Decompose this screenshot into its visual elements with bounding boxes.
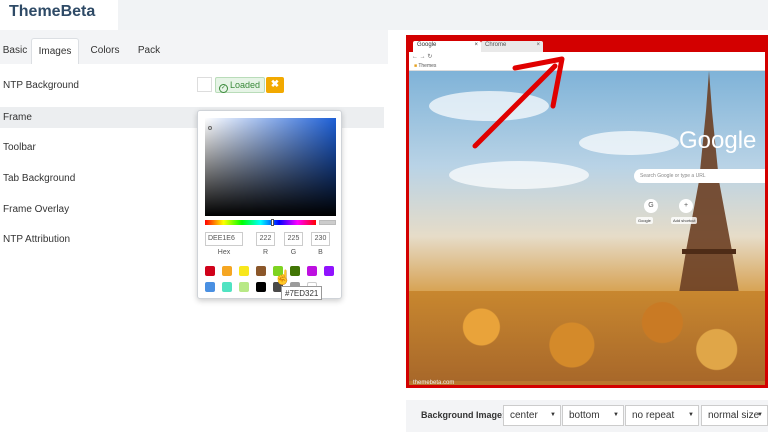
caret-down-icon: ▼ [550,412,556,418]
preview-toolbar: ← → ↻ [409,52,765,62]
color-swatch[interactable] [324,266,334,276]
repeat-select[interactable]: no repeat ▼ [625,405,699,426]
ntp-image-thumbnail[interactable] [197,77,212,92]
watermark: themebeta.com [413,380,455,386]
color-swatch[interactable] [205,282,215,292]
hue-slider[interactable] [205,219,316,226]
green-input[interactable]: 225 [284,232,303,246]
preview-tab-chrome: Chrome × [481,41,543,52]
clear-image-button[interactable]: ✖ [266,77,284,93]
size-select[interactable]: normal size ▼ [701,405,768,426]
color-swatch[interactable] [239,282,249,292]
color-swatch[interactable] [290,266,300,276]
close-icon: × [536,42,540,48]
preview-tab-google-label: Google [417,42,437,48]
tab-bar: Basic Images Colors Pack [0,38,388,65]
caret-down-icon: ▼ [757,412,763,418]
position-x-value: center [510,410,538,421]
check-circle-icon: ✓ [219,84,228,93]
color-swatch[interactable] [256,282,266,292]
ntp-background-image: Google Search Google or type a URL G + G… [409,71,765,385]
google-logo: Google [679,127,757,154]
forward-icon: → [419,54,426,60]
blue-label: B [318,249,323,256]
hex-input[interactable]: DEE1E6 [205,232,243,246]
shortcut-google-label: Google [636,217,653,224]
hue-thumb[interactable] [271,219,274,226]
loaded-status-badge: ✓ Loaded [215,77,265,93]
loaded-label: Loaded [230,80,261,90]
green-label: G [290,249,297,256]
size-value: normal size [708,410,760,421]
close-icon: × [474,42,478,48]
color-swatch[interactable] [239,266,249,276]
repeat-value: no repeat [632,410,675,421]
back-icon: ← [412,54,418,60]
brand-logo[interactable]: ThemeBeta [0,0,118,30]
position-x-select[interactable]: center ▼ [503,405,561,426]
preview-tab-chrome-label: Chrome [485,42,507,48]
reload-icon: ↻ [427,54,433,60]
tab-images[interactable]: Images [31,38,79,65]
theme-preview: Google × Chrome × ← → ↻ ■ Themes Google Se… [406,35,768,388]
color-swatch[interactable] [256,266,266,276]
saturation-value-area[interactable] [205,118,336,216]
color-swatch[interactable] [222,266,232,276]
shortcut-add-label: Add shortcut [671,217,698,224]
background-image-options: Background Image: center ▼ bottom ▼ no rep… [406,400,768,432]
hex-label: Hex [217,249,231,256]
color-swatch[interactable] [222,282,232,292]
caret-down-icon: ▼ [613,412,619,418]
preview-search-box: Search Google or type a URL [634,169,765,183]
red-label: R [262,249,269,256]
bookmark-themes: Themes [418,63,437,69]
autumn-trees [409,291,765,381]
preview-bookmarks-bar: ■ Themes [409,62,765,71]
tab-pack[interactable]: Pack [130,38,168,65]
background-image-label: Background Image: [421,410,506,420]
preview-tab-google: Google × [413,41,481,52]
add-shortcut-icon: + [679,199,693,213]
position-y-select[interactable]: bottom ▼ [562,405,624,426]
alpha-slider[interactable] [319,220,336,225]
cloud [449,161,589,189]
tab-basic[interactable]: Basic [0,38,30,65]
swatch-tooltip: #7ED321 [281,286,323,300]
color-picker-popup: DEE1E6 222 225 230 Hex R G B [197,110,342,299]
color-swatch[interactable] [307,266,317,276]
setting-ntp-background[interactable]: NTP Background [0,75,384,96]
position-y-value: bottom [569,410,600,421]
preview-tab-strip: Google × Chrome × [409,38,765,52]
tab-colors[interactable]: Colors [82,38,128,65]
folder-icon: ■ [414,63,418,69]
top-bar: ThemeBeta [0,0,768,30]
google-shortcut-icon: G [644,199,658,213]
caret-down-icon: ▼ [688,412,694,418]
blue-input[interactable]: 230 [311,232,330,246]
hand-cursor-icon: ☝ [274,269,292,285]
sv-cursor[interactable] [208,126,212,130]
annotation-arrow [472,56,565,149]
color-swatch[interactable] [205,266,215,276]
red-input[interactable]: 222 [256,232,275,246]
